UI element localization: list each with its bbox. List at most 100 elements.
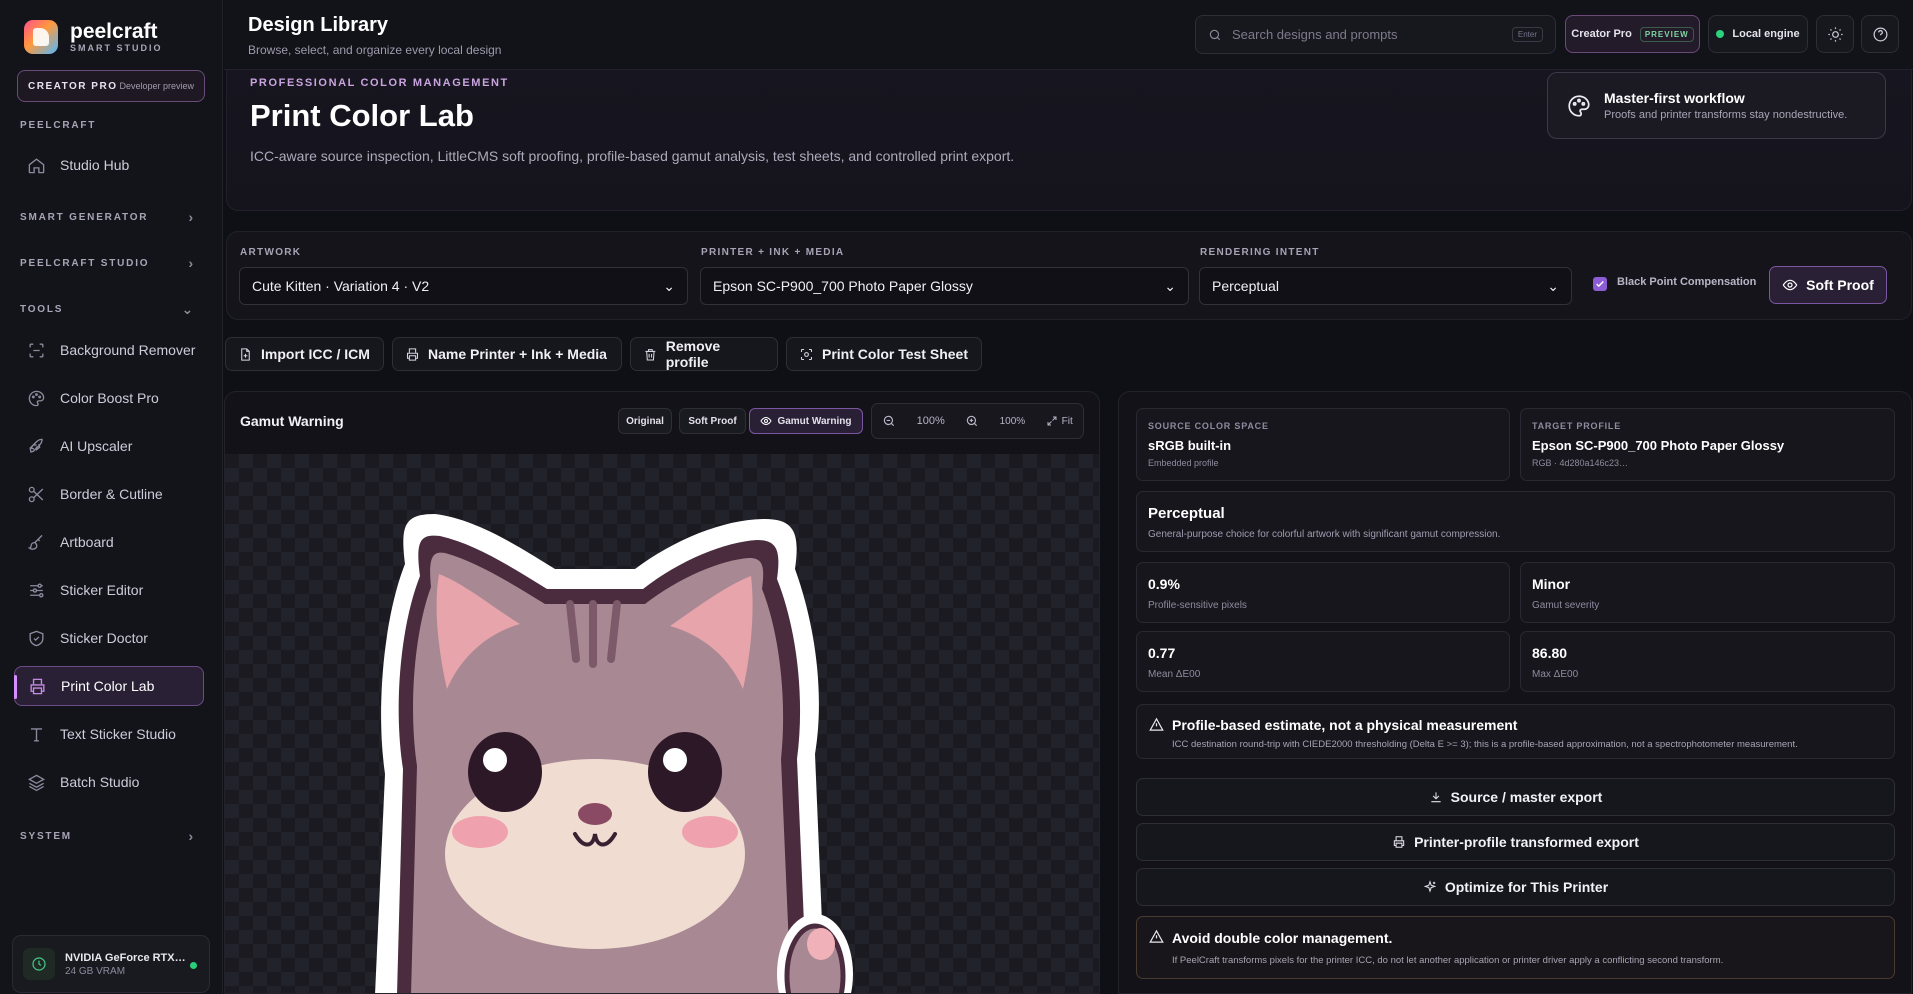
name-printer-button[interactable]: Name Printer + Ink + Media [392, 337, 622, 371]
sidebar-item-label: Color Boost Pro [60, 390, 159, 406]
sidebar: peelcraft SMART STUDIO CREATOR PRO Devel… [0, 0, 223, 994]
plan-badge[interactable]: Creator Pro PREVIEW [1565, 15, 1700, 53]
optimize-printer-button[interactable]: Optimize for This Printer [1136, 868, 1895, 906]
gpu-status-card[interactable]: NVIDIA GeForce RTX… 24 GB VRAM [12, 935, 210, 993]
metric-label: Max ΔE00 [1532, 669, 1579, 680]
intent-value: Perceptual [1212, 278, 1279, 294]
peelcraft-logo [24, 20, 58, 54]
metric-card: 0.9% Profile-sensitive pixels [1136, 562, 1510, 623]
target-label: TARGET PROFILE [1532, 421, 1622, 431]
sidebar-item-text-sticker-studio[interactable]: Text Sticker Studio [14, 714, 204, 754]
mode-gamut-warning-button[interactable]: Gamut Warning [749, 408, 863, 434]
brand-name: peelcraft [70, 20, 158, 43]
check-icon [1596, 280, 1604, 288]
source-master-export-button[interactable]: Source / master export [1136, 778, 1895, 816]
mode-original-label: Original [626, 415, 664, 427]
print-test-sheet-button[interactable]: Print Color Test Sheet [786, 337, 982, 371]
sidebar-item-sticker-doctor[interactable]: Sticker Doctor [14, 618, 204, 658]
zoom-out-icon[interactable] [882, 414, 896, 428]
sidebar-item-border-cutline[interactable]: Border & Cutline [14, 474, 204, 514]
source-sub: Embedded profile [1148, 458, 1219, 468]
import-icc-label: Import ICC / ICM [261, 346, 370, 362]
sidebar-item-batch-studio[interactable]: Batch Studio [14, 762, 204, 802]
plan-label: Creator Pro [1571, 28, 1632, 40]
help-button[interactable] [1861, 15, 1899, 53]
file-import-icon [241, 347, 250, 361]
zoom-in-icon[interactable] [965, 414, 979, 428]
double-color-warning: Avoid double color management. If PeelCr… [1136, 916, 1895, 979]
section-system-label: SYSTEM [20, 830, 72, 842]
sidebar-item-label: Border & Cutline [60, 486, 163, 502]
target-profile-card: TARGET PROFILE Epson SC-P900_700 Photo P… [1520, 408, 1895, 481]
artwork-canvas[interactable] [225, 454, 1099, 993]
sidebar-item-ai-upscaler[interactable]: AI Upscaler [14, 426, 204, 466]
sidebar-item-label: Sticker Editor [60, 582, 144, 598]
workflow-callout: Master-first workflow Proofs and printer… [1547, 72, 1886, 139]
eye-icon [760, 416, 773, 426]
sidebar-item-label: Batch Studio [60, 774, 140, 790]
scissors-icon [28, 486, 44, 502]
chevron-right-icon: › [188, 209, 195, 225]
artwork-label: ARTWORK [240, 247, 302, 258]
search-icon [1209, 29, 1221, 40]
sidebar-item-label: Artboard [60, 534, 114, 550]
gpu-status-dot [190, 962, 197, 969]
printer-icon [406, 347, 419, 361]
soft-proof-button[interactable]: Soft Proof [1769, 266, 1887, 304]
printer-profile-export-label: Printer-profile transformed export [1414, 834, 1639, 850]
hero-title: Print Color Lab [250, 98, 474, 133]
section-tools-label: TOOLS [20, 304, 64, 315]
kitten-sticker-image [375, 514, 853, 993]
mode-original-button[interactable]: Original [618, 408, 672, 434]
preview-badge: PREVIEW [1639, 26, 1694, 42]
bpc-label: Black Point Compensation [1617, 276, 1757, 288]
source-color-space-card: SOURCE COLOR SPACE sRGB built-in Embedde… [1136, 408, 1510, 481]
sidebar-item-color-boost-pro[interactable]: Color Boost Pro [14, 378, 204, 418]
section-smart-generator[interactable]: SMART GENERATOR › [20, 209, 195, 225]
sliders-icon [30, 582, 44, 598]
section-system[interactable]: SYSTEM › [20, 828, 195, 844]
trash-icon [645, 348, 656, 361]
metric-value: 0.9% [1148, 576, 1180, 592]
printer-profile-export-button[interactable]: Printer-profile transformed export [1136, 823, 1895, 861]
engine-status[interactable]: Local engine [1708, 15, 1808, 53]
sidebar-item-artboard[interactable]: Artboard [14, 522, 204, 562]
chevron-down-icon: ⌄ [1164, 277, 1176, 294]
mode-soft-proof-button[interactable]: Soft Proof [679, 408, 746, 434]
brand[interactable]: peelcraft SMART STUDIO [24, 20, 163, 54]
artwork-select[interactable]: Cute Kitten · Variation 4 · V2 ⌄ [239, 267, 688, 305]
import-icc-button[interactable]: Import ICC / ICM [225, 337, 384, 371]
mode-gamut-warning-label: Gamut Warning [777, 415, 852, 427]
estimate-note: Profile-based estimate, not a physical m… [1136, 704, 1895, 759]
sparkles-icon [1423, 880, 1437, 893]
tier-badge[interactable]: CREATOR PRO Developer preview [17, 70, 205, 102]
intent-description: General-purpose choice for colorful artw… [1148, 529, 1501, 540]
preview-panel: Gamut Warning Original Soft Proof Gamut … [224, 391, 1100, 994]
sun-icon [1827, 26, 1843, 42]
printer-label: PRINTER + INK + MEDIA [701, 247, 845, 258]
gpu-icon [23, 948, 55, 980]
estimate-text: ICC destination round-trip with CIEDE200… [1172, 739, 1798, 750]
intent-select[interactable]: Perceptual ⌄ [1199, 267, 1572, 305]
sidebar-item-studio-hub[interactable]: Studio Hub [14, 145, 204, 185]
theme-toggle-button[interactable] [1816, 15, 1854, 53]
proof-controls: ARTWORK Cute Kitten · Variation 4 · V2 ⌄… [226, 231, 1912, 320]
analysis-panel: SOURCE COLOR SPACE sRGB built-in Embedde… [1118, 391, 1912, 994]
section-tools[interactable]: TOOLS ⌄ [20, 301, 195, 318]
tier-label: CREATOR PRO [28, 80, 118, 92]
printer-icon [30, 678, 45, 694]
zoom-controls: 100% 100% Fit [871, 403, 1084, 439]
section-peelcraft-studio[interactable]: PEELCRAFT STUDIO › [20, 255, 195, 271]
sidebar-item-sticker-editor[interactable]: Sticker Editor [14, 570, 204, 610]
remove-profile-button[interactable]: Remove profile [630, 337, 778, 371]
metric-value: 86.80 [1532, 645, 1568, 661]
enter-key-hint: Enter [1511, 27, 1543, 42]
chevron-down-icon: ⌄ [1547, 277, 1559, 294]
bpc-checkbox[interactable] [1593, 277, 1607, 291]
search-input[interactable] [1232, 27, 1502, 42]
sidebar-item-background-remover[interactable]: Background Remover [14, 330, 204, 370]
fit-button[interactable]: Fit [1046, 415, 1073, 427]
printer-select[interactable]: Epson SC-P900_700 Photo Paper Glossy ⌄ [700, 267, 1189, 305]
sidebar-item-print-color-lab[interactable]: Print Color Lab [14, 666, 204, 706]
search-box[interactable]: Enter [1195, 15, 1556, 54]
